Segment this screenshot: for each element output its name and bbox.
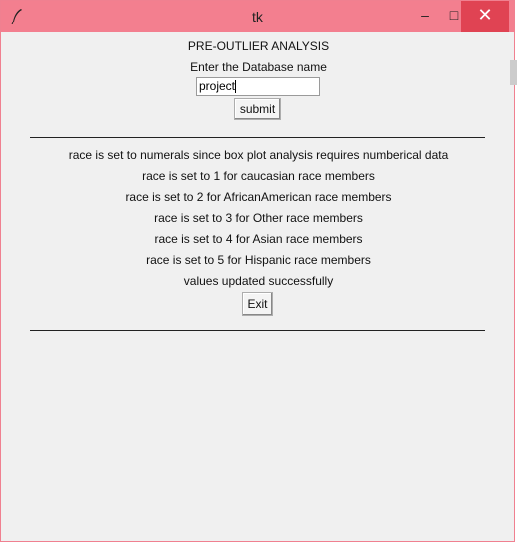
database-prompt-label: Enter the Database name: [190, 60, 327, 74]
database-name-value: project: [199, 79, 236, 93]
output-line: race is set to numerals since box plot a…: [68, 148, 449, 162]
output-line: race is set to 5 for Hispanic race membe…: [146, 253, 371, 267]
exit-button[interactable]: Exit: [242, 292, 273, 316]
page-title: PRE-OUTLIER ANALYSIS: [187, 39, 330, 53]
minimize-button[interactable]: –: [412, 1, 438, 32]
title-bar[interactable]: tk – □ ✕: [1, 1, 514, 32]
output-line: race is set to 1 for caucasian race memb…: [142, 169, 375, 183]
output-line: race is set to 3 for Other race members: [154, 211, 363, 225]
text-caret: [235, 80, 237, 94]
status-message: values updated successfully: [183, 274, 334, 288]
separator-bottom: [30, 330, 485, 331]
submit-button[interactable]: submit: [234, 98, 281, 120]
client-area: PRE-OUTLIER ANALYSIS Enter the Database …: [7, 32, 510, 538]
app-window: tk – □ ✕ PRE-OUTLIER ANALYSIS Enter the …: [0, 0, 515, 542]
output-line: race is set to 4 for Asian race members: [154, 232, 363, 246]
database-name-input[interactable]: project: [196, 77, 320, 96]
close-button[interactable]: ✕: [461, 1, 509, 32]
background-window-edge: [510, 60, 517, 85]
separator-top: [30, 137, 485, 138]
output-line: race is set to 2 for AfricanAmerican rac…: [125, 190, 392, 204]
